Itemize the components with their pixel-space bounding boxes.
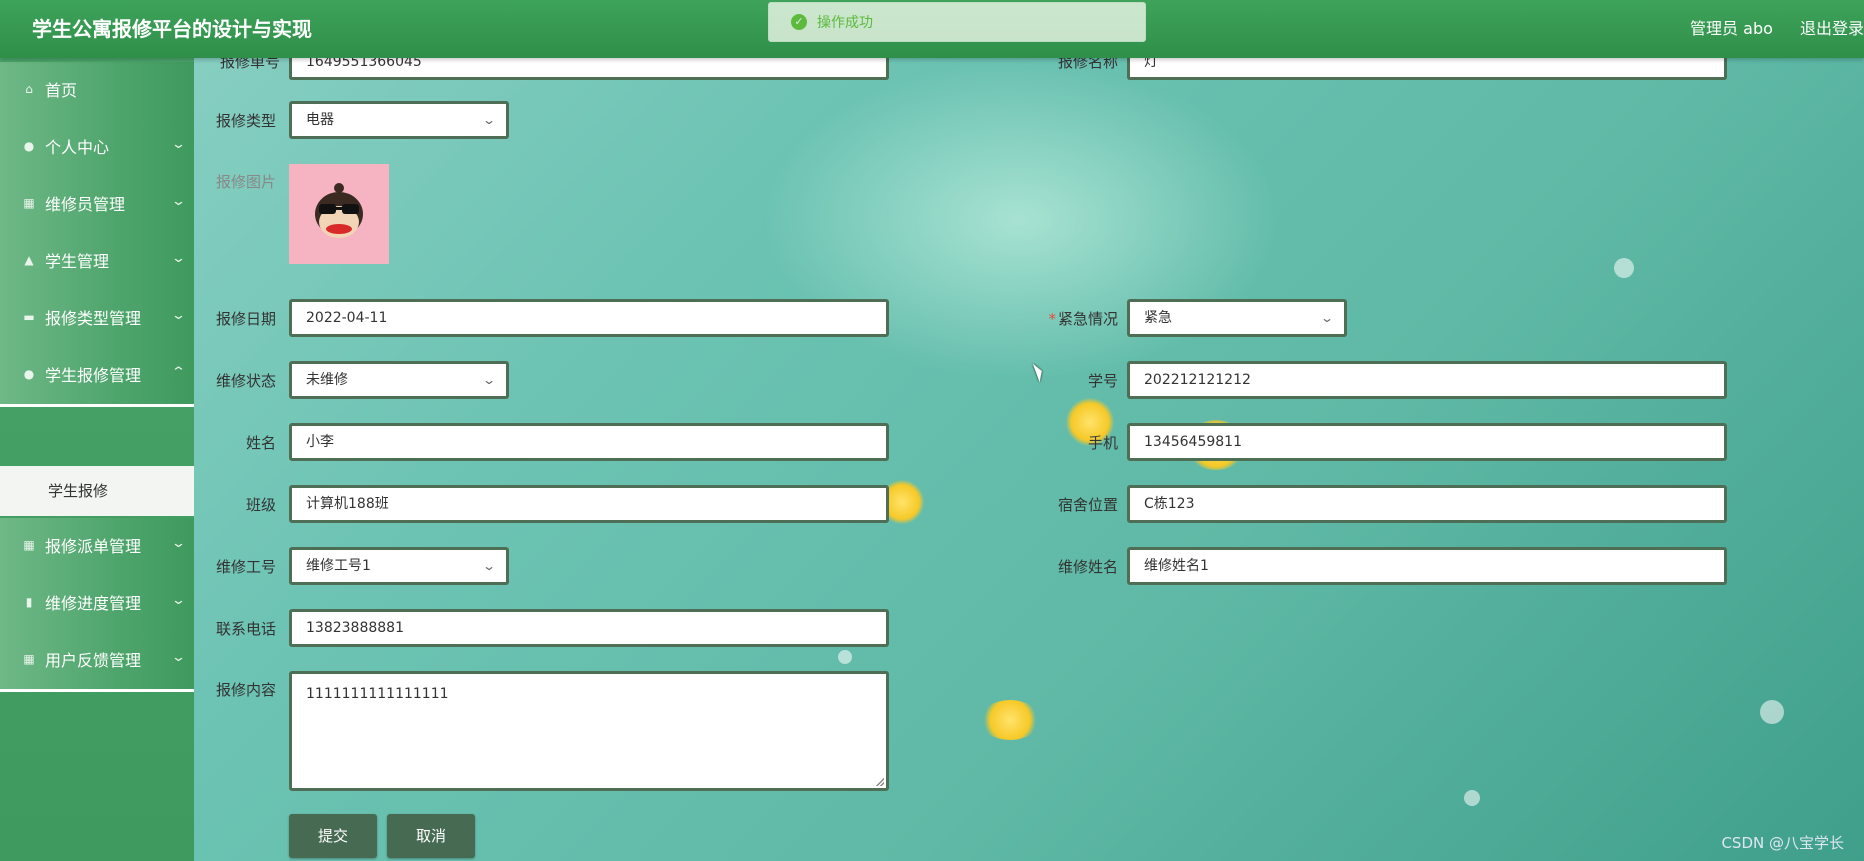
- required-mark: *: [1048, 310, 1056, 328]
- chevron-down-icon: ⌄: [170, 251, 187, 266]
- cancel-button[interactable]: 取消: [387, 814, 475, 858]
- sidebar-item-repair-type-management[interactable]: ▬ 报修类型管理 ⌄: [0, 290, 194, 350]
- urgency-value: 紧急: [1144, 310, 1172, 326]
- chevron-down-icon: ⌄: [481, 113, 497, 127]
- sidebar-item-label: 维修员管理: [45, 195, 126, 214]
- sidebar-item-home[interactable]: ⌂ 首页: [0, 62, 194, 122]
- logout-link[interactable]: 退出登录: [1800, 19, 1864, 38]
- dorm-field[interactable]: C栋123: [1127, 485, 1727, 523]
- admin-username: 管理员 abo: [1690, 19, 1773, 38]
- app-title: 学生公寓报修平台的设计与实现: [32, 17, 312, 41]
- repair-type-select[interactable]: 电器 ⌄: [289, 101, 509, 139]
- sidebar-item-worker-management[interactable]: ▦ 维修员管理 ⌄: [0, 176, 194, 236]
- sidebar-item-personal-center[interactable]: ● 个人中心 ⌄: [0, 119, 194, 179]
- name-label: 姓名: [245, 434, 276, 452]
- sidebar-item-label: 个人中心: [45, 138, 110, 157]
- name-field[interactable]: 小李: [289, 423, 889, 461]
- phone-label: 手机: [1087, 434, 1118, 452]
- check-circle-icon: ✓: [791, 14, 807, 30]
- grid-icon: ▦: [23, 196, 35, 210]
- sidebar-item-label: 学生管理: [45, 252, 110, 271]
- sidebar: ⌂ 首页 ● 个人中心 ⌄ ▦ 维修员管理 ⌄ ▲ 学生管理 ⌄ ▬ 报修类型管…: [0, 58, 194, 861]
- sidebar-item-student-repair-management[interactable]: ● 学生报修管理 ⌃: [0, 347, 194, 407]
- repair-image[interactable]: [289, 164, 389, 264]
- contact-phone-field[interactable]: 13823888881: [289, 609, 889, 647]
- student-no-field[interactable]: 202212121212: [1127, 361, 1727, 399]
- chevron-down-icon: ⌄: [170, 593, 187, 608]
- sidebar-item-label: 报修派单管理: [45, 537, 142, 556]
- content-label: 报修内容: [215, 681, 276, 699]
- repair-status-select[interactable]: 未维修 ⌄: [289, 361, 509, 399]
- repair-status-label: 维修状态: [215, 372, 276, 390]
- content-textarea[interactable]: 1111111111111111: [289, 671, 889, 791]
- class-label: 班级: [245, 496, 276, 514]
- submit-button[interactable]: 提交: [289, 814, 377, 858]
- contact-phone-label: 联系电话: [215, 620, 276, 638]
- worker-no-value: 维修工号1: [306, 558, 371, 574]
- grid-icon: ▦: [23, 652, 35, 666]
- repair-type-label: 报修类型: [215, 112, 276, 130]
- chevron-down-icon: ⌄: [170, 137, 187, 152]
- worker-name-label: 维修姓名: [1057, 558, 1118, 576]
- home-icon: ⌂: [25, 82, 33, 96]
- repair-image-label: 报修图片: [215, 173, 276, 191]
- ticket-icon: ▬: [23, 310, 35, 324]
- chevron-down-icon: ⌄: [481, 559, 497, 573]
- chevron-down-icon: ⌄: [170, 308, 187, 323]
- urgency-label: * 紧急情况: [1048, 310, 1118, 328]
- background-flower: [980, 700, 1040, 740]
- chevron-down-icon: ⌄: [481, 373, 497, 387]
- grad-cap-icon: ▲: [24, 253, 34, 267]
- sidebar-item-progress-management[interactable]: ▮ 维修进度管理 ⌄: [0, 575, 194, 635]
- sidebar-item-label: 首页: [45, 81, 78, 100]
- class-field[interactable]: 计算机188班: [289, 485, 889, 523]
- worker-no-label: 维修工号: [215, 558, 276, 576]
- sidebar-item-label: 用户反馈管理: [45, 651, 142, 670]
- resize-handle-icon[interactable]: [876, 778, 884, 786]
- chevron-up-icon: ⌃: [170, 365, 187, 380]
- chevron-down-icon: ⌄: [1319, 311, 1335, 325]
- sidebar-item-feedback-management[interactable]: ▦ 用户反馈管理 ⌄: [0, 632, 194, 692]
- user-icon: ●: [23, 139, 35, 153]
- bar-chart-icon: ▮: [25, 595, 33, 609]
- repair-status-value: 未维修: [306, 372, 348, 388]
- background-bokeh: [1760, 700, 1784, 724]
- monkey-face-icon: [315, 183, 363, 238]
- content-value: 1111111111111111: [306, 686, 449, 702]
- success-toast: ✓ 操作成功: [768, 2, 1146, 42]
- worker-name-field[interactable]: 维修姓名1: [1127, 547, 1727, 585]
- sidebar-item-label: 维修进度管理: [45, 594, 142, 613]
- dorm-label: 宿舍位置: [1057, 496, 1118, 514]
- student-no-label: 学号: [1087, 372, 1118, 390]
- sidebar-item-dispatch-management[interactable]: ▦ 报修派单管理 ⌄: [0, 518, 194, 578]
- sidebar-item-label: 报修类型管理: [45, 309, 142, 328]
- user-icon: ●: [23, 367, 35, 381]
- repair-date-field[interactable]: 2022-04-11: [289, 299, 889, 337]
- chevron-down-icon: ⌄: [170, 194, 187, 209]
- watermark: CSDN @八宝学长: [1721, 834, 1844, 852]
- chevron-down-icon: ⌄: [170, 536, 187, 551]
- phone-field[interactable]: 13456459811: [1127, 423, 1727, 461]
- grid-icon: ▦: [23, 538, 35, 552]
- worker-no-select[interactable]: 维修工号1 ⌄: [289, 547, 509, 585]
- chevron-down-icon: ⌄: [170, 650, 187, 665]
- background-bokeh: [1464, 790, 1480, 806]
- background-bokeh: [1614, 258, 1634, 278]
- sidebar-item-label: 学生报修管理: [45, 366, 142, 385]
- background-bokeh: [838, 650, 852, 664]
- toast-message: 操作成功: [817, 15, 873, 31]
- sidebar-item-student-management[interactable]: ▲ 学生管理 ⌄: [0, 233, 194, 293]
- repair-date-label: 报修日期: [215, 310, 276, 328]
- repair-type-value: 电器: [306, 112, 334, 128]
- sidebar-subitem-student-repair[interactable]: 学生报修: [0, 466, 194, 516]
- urgency-select[interactable]: 紧急 ⌄: [1127, 299, 1347, 337]
